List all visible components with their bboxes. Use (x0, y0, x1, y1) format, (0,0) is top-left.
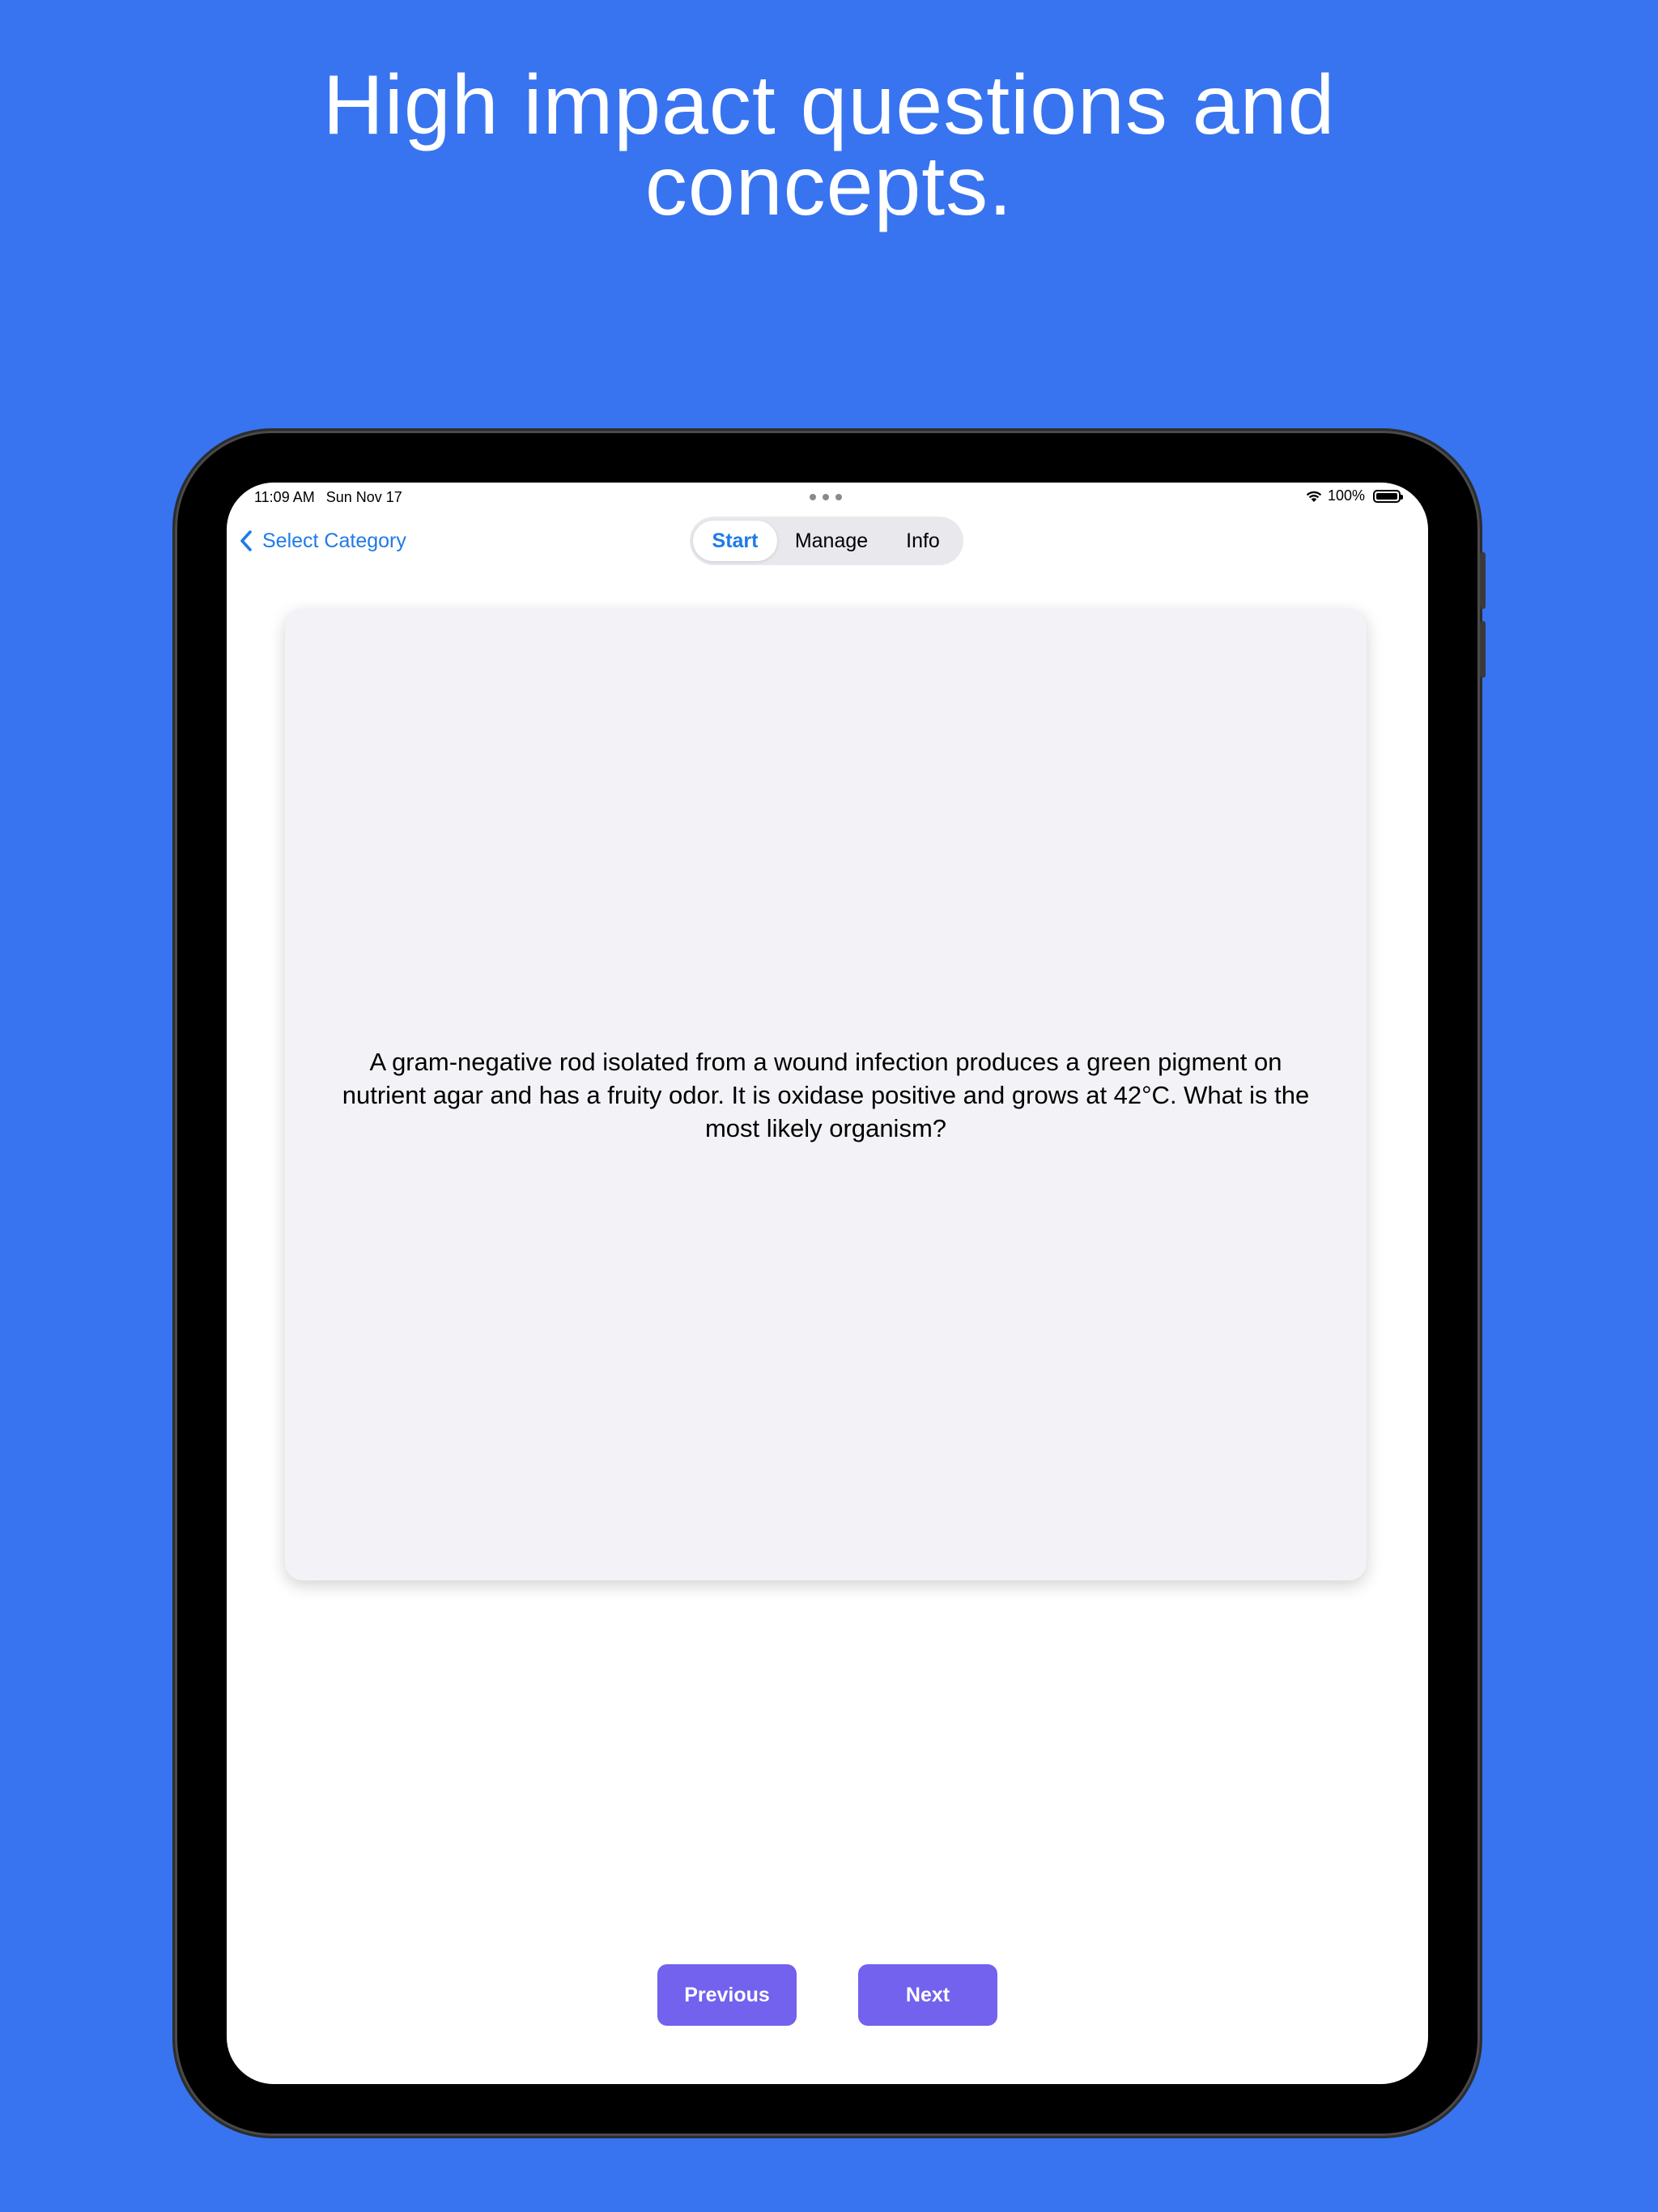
status-date: Sun Nov 17 (325, 489, 402, 505)
previous-button[interactable]: Previous (657, 1964, 797, 2026)
battery-icon (1373, 489, 1403, 503)
headline-line-1: High impact questions and (322, 58, 1336, 152)
flashcard[interactable]: A gram-negative rod isolated from a woun… (285, 609, 1367, 1580)
status-indicators: 100% (1305, 487, 1403, 504)
tab-start[interactable]: Start (693, 521, 777, 561)
question-text: A gram-negative rod isolated from a woun… (342, 1047, 1310, 1142)
tab-manage[interactable]: Manage (777, 521, 886, 561)
back-button-label: Select Category (262, 529, 406, 552)
ellipsis-icon[interactable] (810, 494, 842, 500)
next-button[interactable]: Next (858, 1964, 997, 2026)
volume-down-button (1480, 621, 1486, 678)
app-screen: 11:09 AM Sun Nov 17 100% Select Category … (227, 483, 1428, 2084)
chevron-left-icon (240, 530, 252, 551)
status-time-date: 11:09 AM Sun Nov 17 (254, 489, 414, 506)
ipad-frame: 11:09 AM Sun Nov 17 100% Select Category … (175, 431, 1486, 2136)
marketing-headline: High impact questions and concepts. (0, 58, 1658, 233)
status-bar: 11:09 AM Sun Nov 17 100% (227, 483, 1428, 515)
headline-line-2: concepts. (644, 139, 1014, 233)
battery-percentage: 100% (1327, 487, 1365, 504)
tab-info[interactable]: Info (886, 521, 960, 561)
status-time: 11:09 AM (254, 489, 315, 505)
back-button[interactable]: Select Category (240, 525, 406, 557)
volume-up-button (1480, 552, 1486, 609)
segmented-control: Start Manage Info (690, 517, 963, 565)
wifi-icon (1306, 491, 1322, 502)
